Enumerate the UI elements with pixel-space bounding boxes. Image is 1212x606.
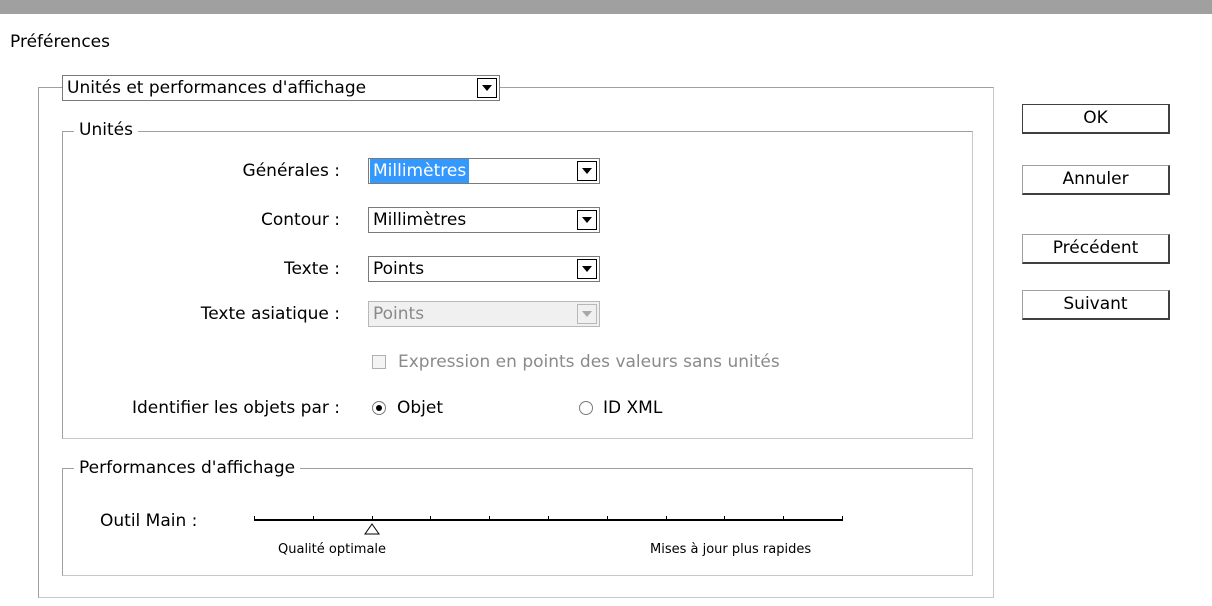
section-dropdown-value: Unités et performances d'affichage: [67, 78, 367, 98]
slider-tick: [666, 516, 667, 521]
title-bar-strip: [0, 0, 1212, 14]
next-button[interactable]: Suivant: [1022, 290, 1170, 320]
previous-button[interactable]: Précédent: [1022, 234, 1170, 264]
points-unitless-label: Expression en points des valeurs sans un…: [398, 352, 780, 372]
asian-text-units-value: Points: [373, 304, 425, 324]
chevron-down-icon: [577, 304, 597, 324]
section-dropdown[interactable]: Unités et performances d'affichage: [62, 75, 500, 101]
chevron-down-icon[interactable]: [577, 210, 597, 230]
slider-tick: [548, 516, 549, 521]
chevron-down-icon[interactable]: [477, 78, 497, 98]
ok-button[interactable]: OK: [1022, 104, 1170, 134]
slider-max-label: Mises à jour plus rapides: [650, 542, 812, 557]
slider-tick: [489, 516, 490, 521]
window-title: Préférences: [10, 32, 110, 52]
hand-tool-slider[interactable]: [254, 513, 843, 541]
chevron-down-icon[interactable]: [577, 259, 597, 279]
radio-id-xml[interactable]: [579, 401, 593, 415]
radio-object[interactable]: [372, 401, 386, 415]
slider-tick: [313, 516, 314, 521]
asian-text-units-label: Texte asiatique :: [200, 304, 340, 324]
slider-thumb-icon[interactable]: [364, 523, 380, 535]
text-units-value: Points: [373, 259, 425, 279]
hand-tool-label: Outil Main :: [100, 511, 198, 531]
slider-tick: [607, 516, 608, 521]
slider-tick: [254, 516, 255, 521]
slider-tick: [783, 516, 784, 521]
stroke-units-dropdown[interactable]: Millimètres: [368, 207, 600, 233]
general-units-dropdown[interactable]: Millimètres: [368, 158, 600, 184]
chevron-down-icon[interactable]: [577, 161, 597, 181]
radio-object-label: Objet: [397, 398, 444, 418]
stroke-units-value: Millimètres: [373, 210, 467, 230]
slider-tick: [430, 516, 431, 521]
performance-group-legend: Performances d'affichage: [74, 458, 301, 478]
slider-tick: [842, 516, 843, 521]
asian-text-units-dropdown: Points: [368, 301, 600, 327]
units-group-legend: Unités: [74, 120, 138, 140]
stroke-units-label: Contour :: [260, 210, 340, 230]
radio-id-xml-label: ID XML: [603, 398, 663, 418]
slider-tick: [724, 516, 725, 521]
slider-tick: [372, 516, 373, 521]
cancel-button[interactable]: Annuler: [1022, 165, 1170, 195]
general-units-value: Millimètres: [370, 159, 470, 183]
general-units-label: Générales :: [242, 161, 340, 181]
text-units-dropdown[interactable]: Points: [368, 256, 600, 282]
text-units-label: Texte :: [284, 259, 340, 279]
points-unitless-checkbox: [372, 355, 386, 369]
slider-min-label: Qualité optimale: [278, 542, 387, 557]
identify-objects-label: Identifier les objets par :: [131, 398, 340, 418]
